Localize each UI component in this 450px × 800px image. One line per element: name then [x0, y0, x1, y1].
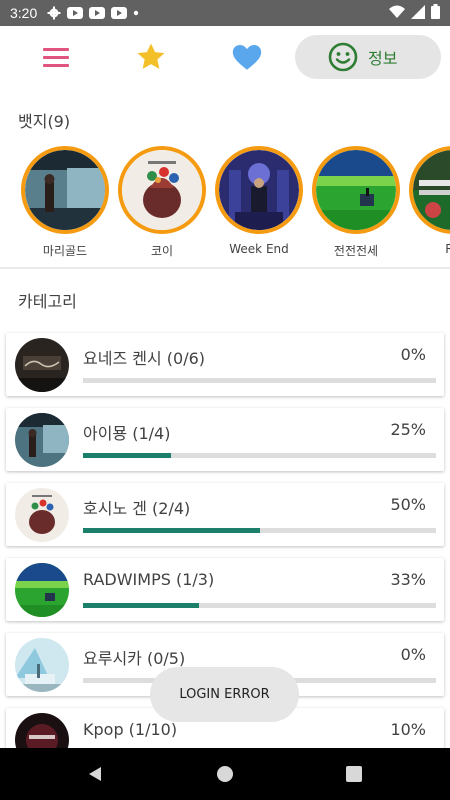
category-progress-fill — [83, 453, 172, 458]
category-percent: 0% — [400, 345, 426, 364]
hamburger-menu-icon — [43, 48, 69, 51]
category-name: Kpop (1/10) — [83, 720, 178, 739]
badge-name: 전전전세 — [333, 244, 379, 258]
category-percent: 0% — [400, 645, 426, 664]
category-progress-track — [83, 603, 436, 608]
category-name: 호시노 겐 (2/4) — [83, 499, 191, 518]
badge-name: 마리골드 — [42, 244, 88, 258]
badge-item[interactable]: Week End — [214, 146, 304, 256]
system-nav-bar — [0, 748, 450, 800]
badge-image — [21, 146, 109, 234]
category-thumbnail — [15, 413, 69, 467]
youtube-icon — [67, 7, 84, 19]
badge-item[interactable]: 전전전세 — [311, 146, 401, 259]
category-percent: 10% — [390, 720, 426, 739]
category-thumbnail — [15, 638, 69, 692]
category-card[interactable]: 아이묭 (1/4) 25% — [6, 408, 444, 471]
top-toolbar: 정보 — [0, 26, 450, 88]
error-toast: LOGIN ERROR — [150, 667, 299, 722]
category-progress-fill — [83, 603, 200, 608]
badge-name: 코이 — [150, 244, 174, 258]
badge-item[interactable]: 코이 — [117, 146, 207, 259]
badge-item[interactable]: Ra — [408, 146, 450, 256]
category-percent: 50% — [390, 495, 426, 514]
category-progress-track — [83, 453, 436, 458]
badge-item[interactable]: 마리골드 — [20, 146, 110, 259]
category-progress-track — [83, 528, 436, 533]
category-thumbnail — [15, 338, 69, 392]
home-button[interactable] — [215, 764, 235, 784]
badge-image — [118, 146, 206, 234]
likes-button[interactable] — [230, 40, 264, 74]
category-name: 아이묭 (1/4) — [83, 424, 171, 443]
category-percent: 25% — [390, 420, 426, 439]
badge-list[interactable]: 마리골드 코이 Week End 전전전세 Ra — [0, 146, 450, 264]
status-time: 3:20 — [10, 5, 38, 21]
category-name: 요네즈 켄시 (0/6) — [83, 349, 206, 368]
smiley-icon — [328, 42, 358, 72]
badge-image — [312, 146, 400, 234]
category-name: RADWIMPS (1/3) — [83, 570, 215, 589]
menu-button[interactable] — [40, 44, 72, 70]
recents-square-icon — [346, 766, 362, 782]
badge-name: Ra — [445, 242, 450, 256]
info-button[interactable]: 정보 — [295, 35, 441, 79]
category-thumbnail — [15, 488, 69, 542]
home-circle-icon — [217, 766, 233, 782]
category-card[interactable]: RADWIMPS (1/3) 33% — [6, 558, 444, 621]
section-divider — [0, 267, 450, 269]
category-name: 요루시카 (0/5) — [83, 649, 186, 668]
back-triangle-icon — [89, 767, 101, 781]
category-title: 카테고리 — [18, 292, 77, 311]
back-button[interactable] — [86, 764, 106, 784]
youtube-icon — [111, 7, 128, 19]
star-icon — [137, 43, 165, 69]
signal-icon — [411, 4, 425, 22]
dot-icon — [133, 10, 139, 16]
info-button-label: 정보 — [368, 49, 398, 68]
recents-button[interactable] — [344, 764, 364, 784]
category-progress-track — [83, 378, 436, 383]
badge-image — [409, 146, 450, 234]
category-thumbnail — [15, 563, 69, 617]
badge-image — [215, 146, 303, 234]
category-card[interactable]: 요네즈 켄시 (0/6) 0% — [6, 333, 444, 396]
youtube-icon — [89, 7, 106, 19]
category-percent: 33% — [390, 570, 426, 589]
badge-name: Week End — [229, 242, 289, 256]
wifi-icon — [389, 5, 405, 22]
status-bar: 3:20 — [0, 0, 450, 26]
badges-title: 뱃지(9) — [18, 112, 71, 131]
heart-icon — [232, 44, 262, 70]
favorites-button[interactable] — [134, 40, 168, 74]
category-card[interactable]: 호시노 겐 (2/4) 50% — [6, 483, 444, 546]
gear-icon — [47, 6, 61, 20]
battery-icon — [431, 4, 440, 22]
category-progress-fill — [83, 528, 260, 533]
